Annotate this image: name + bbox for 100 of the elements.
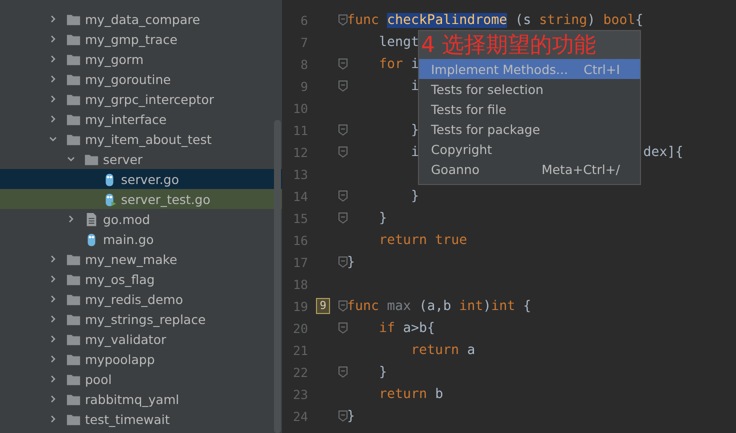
code-line: } — [347, 254, 356, 270]
tree-item-label: my_grpc_interceptor — [85, 92, 214, 106]
line-number: 20 — [292, 320, 308, 336]
line-number: 9 — [299, 78, 308, 94]
tree-item[interactable]: my_strings_replace — [0, 309, 282, 329]
code-line: i — [411, 78, 420, 94]
line-number: 24 — [292, 408, 308, 424]
tree-item-label: mypoolapp — [85, 352, 155, 366]
code-line: for i — [379, 56, 420, 72]
line-number: 8 — [299, 56, 308, 72]
tree-item-label: server.go — [121, 172, 179, 186]
tree-item-label: my_redis_demo — [85, 292, 183, 306]
fold-marker-icon[interactable] — [338, 212, 348, 224]
annotation-text: 4 选择期望的功能 — [421, 32, 596, 60]
tree-item[interactable]: my_validator — [0, 329, 282, 349]
line-number: 12 — [292, 144, 308, 160]
line-number: 15 — [292, 210, 308, 226]
line-number: 6 — [299, 12, 308, 28]
tree-item[interactable]: my_data_compare — [0, 9, 282, 29]
tree-item[interactable]: my_os_flag — [0, 269, 282, 289]
fold-marker-icon[interactable] — [338, 190, 348, 202]
menu-item[interactable]: Tests for selection — [419, 79, 640, 99]
tree-item-label: my_interface — [85, 112, 167, 126]
tree-item[interactable]: go.mod — [0, 209, 282, 229]
tree-item-label: server_test.go — [121, 192, 210, 206]
code-line: if a>b{ — [379, 320, 436, 336]
tree-item-label: my_item_about_test — [85, 132, 212, 146]
tree-item-label: go.mod — [103, 212, 150, 226]
fold-marker-icon[interactable] — [338, 124, 348, 136]
tree-item[interactable]: my_goroutine — [0, 69, 282, 89]
code-line: return b — [379, 386, 444, 402]
fold-marker-icon[interactable] — [338, 256, 348, 268]
line-number: 22 — [292, 364, 308, 380]
tree-item-label: my_goroutine — [85, 72, 171, 86]
fold-marker-icon[interactable] — [338, 146, 348, 158]
code-line: func checkPalindrome (s string) bool{ — [347, 12, 644, 28]
tree-item-label: rabbitmq_yaml — [85, 392, 180, 406]
tree-item[interactable]: test_timewait — [0, 409, 282, 429]
tree-item[interactable]: pool — [0, 369, 282, 389]
line-number: 21 — [292, 342, 308, 358]
menu-item[interactable]: Tests for package — [419, 119, 640, 139]
tree-item-label: my_gorm — [85, 52, 144, 66]
tree-item-label: my_os_flag — [85, 272, 155, 286]
chevron-right-icon[interactable] — [66, 214, 76, 224]
tree-item-label: my_gmp_trace — [85, 32, 178, 46]
tree-item-label: my_validator — [85, 332, 166, 346]
line-number: 17 — [292, 254, 308, 270]
line-number: 16 — [292, 232, 308, 248]
fold-marker-icon[interactable] — [338, 14, 348, 26]
line-number: 7 — [299, 34, 308, 50]
line-number: 11 — [292, 122, 308, 138]
tree-item-label: my_new_make — [85, 252, 178, 266]
fold-marker-icon[interactable] — [338, 410, 348, 422]
tree-item-label: my_strings_replace — [85, 312, 206, 326]
tree-item[interactable]: mypoolapp — [0, 349, 282, 369]
fold-marker-icon[interactable] — [338, 322, 348, 334]
tree-item[interactable]: server_test.go — [0, 189, 282, 209]
tree-item-label: my_data_compare — [85, 12, 200, 26]
code-line: return true — [379, 232, 468, 248]
menu-item[interactable]: Tests for file — [419, 99, 640, 119]
tree-item-label: main.go — [103, 232, 154, 246]
tree-item[interactable]: server.go — [0, 169, 282, 189]
tree-item[interactable]: my_gorm — [0, 49, 282, 69]
code-line: } — [379, 210, 388, 226]
tree-item-label: pool — [85, 372, 112, 386]
tree-item[interactable]: server — [0, 149, 282, 169]
menu-item[interactable]: Goanno Meta+Ctrl+/ — [419, 159, 640, 179]
code-line: func max (a,b int)int { — [347, 298, 532, 314]
scrollbar[interactable] — [274, 120, 281, 433]
fold-marker-icon[interactable] — [338, 366, 348, 378]
tree-item[interactable]: rabbitmq_yaml — [0, 389, 282, 409]
line-number: 18 — [292, 276, 308, 292]
line-number: 10 — [292, 100, 308, 116]
code-line: } — [411, 122, 420, 138]
code-line: } — [347, 408, 356, 424]
tree-item-label: test_timewait — [85, 412, 170, 426]
line-number: 23 — [292, 386, 308, 402]
code-line: lengt — [379, 34, 420, 50]
tree-item[interactable]: my_new_make — [0, 249, 282, 269]
tree-item-label: server — [103, 152, 143, 166]
tree-item[interactable]: main.go — [0, 229, 282, 249]
tree-item[interactable]: my_redis_demo — [0, 289, 282, 309]
code-line: } — [411, 188, 420, 204]
code-line: dex]{ — [643, 144, 684, 160]
line-number: 19 — [292, 298, 308, 314]
tree-item[interactable]: my_interface — [0, 109, 282, 129]
fold-marker-icon[interactable] — [338, 300, 348, 312]
tree-item[interactable]: my_grpc_interceptor — [0, 89, 282, 109]
menu-item[interactable]: Copyright — [419, 139, 640, 159]
tree-item[interactable]: my_gmp_trace — [0, 29, 282, 49]
code-line: } — [379, 364, 388, 380]
code-line: i — [411, 144, 420, 160]
fold-marker-icon[interactable] — [338, 58, 348, 70]
code-line: return a — [411, 342, 476, 358]
fold-marker-icon[interactable] — [338, 80, 348, 92]
gutter-badge[interactable]: 9 — [316, 298, 330, 314]
tree-item[interactable]: my_item_about_test — [0, 129, 282, 149]
document-icon — [84, 212, 99, 226]
line-number: 14 — [292, 188, 308, 204]
line-number: 13 — [292, 166, 308, 182]
